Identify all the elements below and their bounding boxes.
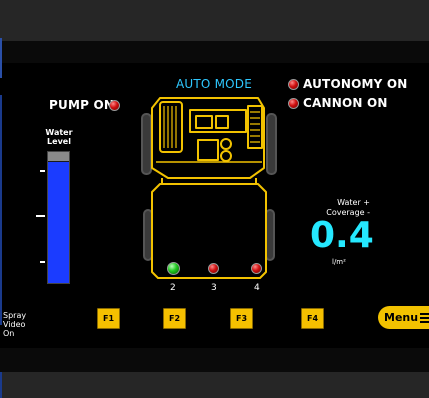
water-level-label-line2: Level [47, 137, 71, 146]
pump-status: PUMP ON [49, 98, 115, 112]
f1-button[interactable]: F1 [97, 308, 120, 329]
water-level-fill [48, 162, 69, 283]
top-bar [0, 0, 429, 41]
bottom-bar [0, 372, 429, 398]
coverage-unit: l/m² [332, 258, 346, 266]
spray-video-line1: Spray [3, 311, 27, 320]
pump-indicator-led [109, 100, 120, 111]
left-edge-accent [0, 372, 2, 398]
nozzle-4-label: 4 [254, 283, 260, 293]
nozzle-2-led [167, 262, 180, 275]
f2-button[interactable]: F2 [163, 308, 186, 329]
water-level-label: Water Level [45, 128, 73, 146]
nozzle-3-label: 3 [211, 283, 217, 293]
f4-button[interactable]: F4 [301, 308, 324, 329]
nozzle-4-led [251, 263, 262, 274]
cannon-status: CANNON ON [303, 96, 388, 110]
left-edge-accent [0, 38, 2, 78]
spray-video-status: Spray Video On [3, 311, 26, 338]
menu-label: Menu [384, 311, 419, 324]
spray-video-line2: Video [3, 320, 26, 329]
coverage-label-line1: Water + [337, 198, 370, 207]
autonomy-status: AUTONOMY ON [303, 77, 408, 91]
water-level-tick [40, 170, 45, 172]
water-level-empty-region [48, 152, 69, 161]
nozzle-2-label: 2 [170, 283, 176, 293]
water-level-tick [36, 215, 45, 217]
f3-button[interactable]: F3 [230, 308, 253, 329]
bottom-subbar [0, 348, 429, 372]
water-level-tick [40, 261, 45, 263]
menu-button[interactable]: Menu [378, 306, 429, 329]
vehicle-diagram [141, 97, 277, 279]
left-edge-accent [0, 95, 2, 325]
autonomy-indicator-led [288, 79, 299, 90]
hamburger-icon [420, 313, 429, 323]
nozzle-3-led [208, 263, 219, 274]
mode-label: AUTO MODE [176, 77, 253, 91]
cannon-indicator-led [288, 98, 299, 109]
top-subbar [0, 41, 429, 63]
water-level-label-line1: Water [45, 128, 73, 137]
coverage-value: 0.4 [310, 215, 374, 256]
spray-video-line3: On [3, 329, 15, 338]
